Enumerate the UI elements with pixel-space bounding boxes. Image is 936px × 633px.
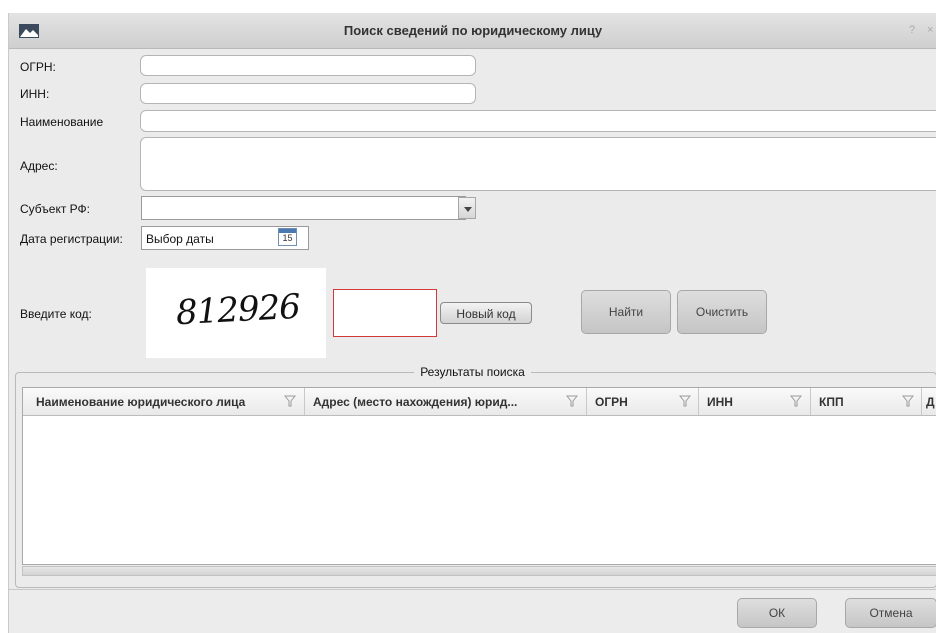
captcha-code-input[interactable]	[333, 289, 437, 337]
calendar-icon[interactable]: 15	[278, 228, 297, 246]
code-label: Введите код:	[20, 307, 92, 321]
filter-icon[interactable]	[566, 394, 578, 408]
name-label: Наименование	[20, 115, 104, 129]
inn-input[interactable]	[140, 83, 476, 104]
filter-icon[interactable]	[284, 394, 296, 408]
filter-icon[interactable]	[902, 394, 914, 408]
search-button[interactable]: Найти	[581, 290, 671, 334]
captcha-text: 812926	[175, 286, 301, 334]
ok-button[interactable]: ОК	[737, 598, 817, 628]
address-label: Адрес:	[20, 159, 58, 173]
column-header-date[interactable]: Д	[922, 388, 936, 415]
title-bar[interactable]: Поиск сведений по юридическому лицу ? ×	[9, 13, 936, 49]
clear-button[interactable]: Очистить	[677, 290, 767, 334]
new-code-button[interactable]: Новый код	[440, 302, 532, 324]
column-header-address[interactable]: Адрес (место нахождения) юрид...	[305, 388, 587, 415]
dialog-window: Поиск сведений по юридическому лицу ? × …	[8, 13, 936, 633]
subject-label: Субъект РФ:	[20, 202, 90, 216]
inn-label: ИНН:	[20, 87, 50, 101]
column-header-name[interactable]: Наименование юридического лица	[23, 388, 305, 415]
chevron-down-icon[interactable]	[458, 197, 476, 219]
filter-icon[interactable]	[679, 394, 691, 408]
ogrn-input[interactable]	[140, 55, 476, 76]
address-input[interactable]	[140, 137, 936, 191]
reg-date-label: Дата регистрации:	[20, 232, 123, 246]
results-table: Наименование юридического лица Адрес (ме…	[22, 387, 936, 565]
filter-icon[interactable]	[790, 394, 802, 408]
window-title: Поиск сведений по юридическому лицу	[343, 23, 603, 38]
subject-select[interactable]	[141, 196, 466, 220]
cancel-button[interactable]: Отмена	[845, 598, 936, 628]
name-input[interactable]	[140, 110, 936, 132]
results-title: Результаты поиска	[414, 365, 531, 379]
ogrn-label: ОГРН:	[20, 60, 56, 74]
close-icon[interactable]: ×	[927, 24, 933, 36]
captcha-image: 812926	[146, 268, 326, 358]
horizontal-scrollbar[interactable]	[22, 566, 936, 576]
help-icon[interactable]: ?	[909, 24, 915, 36]
results-header: Наименование юридического лица Адрес (ме…	[23, 388, 936, 416]
